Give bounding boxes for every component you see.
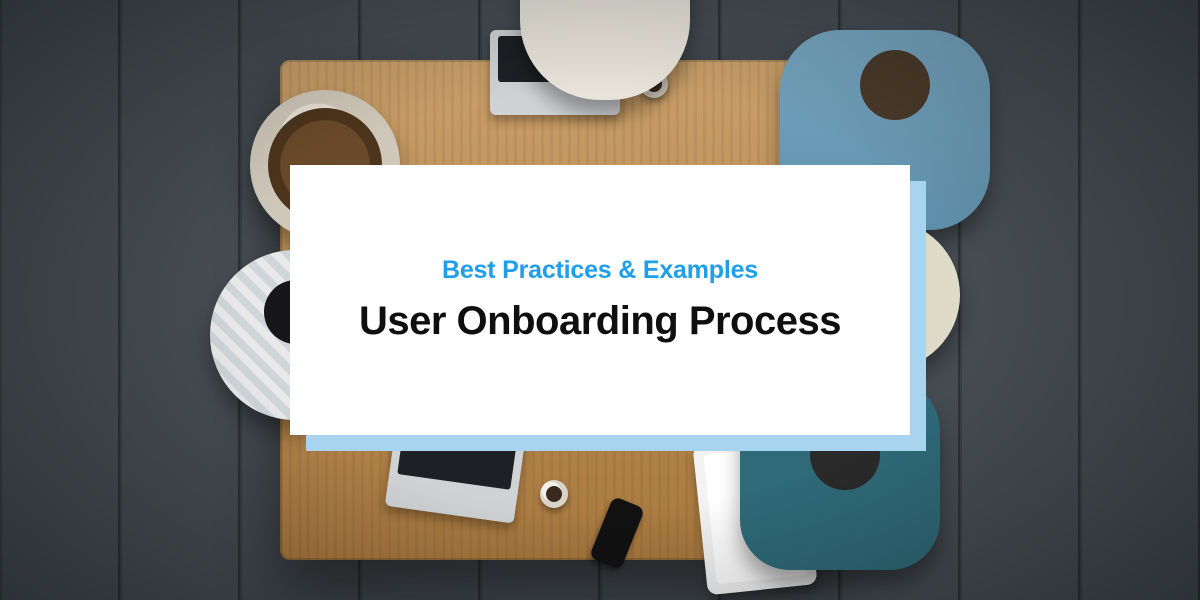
title-card-surface: Best Practices & Examples User Onboardin…	[290, 165, 910, 435]
title-card: Best Practices & Examples User Onboardin…	[290, 165, 910, 435]
eyebrow-text: Best Practices & Examples	[442, 256, 758, 285]
coffee-mug-icon	[540, 480, 568, 508]
headline-text: User Onboarding Process	[359, 299, 841, 344]
hero-banner: Best Practices & Examples User Onboardin…	[0, 0, 1200, 600]
